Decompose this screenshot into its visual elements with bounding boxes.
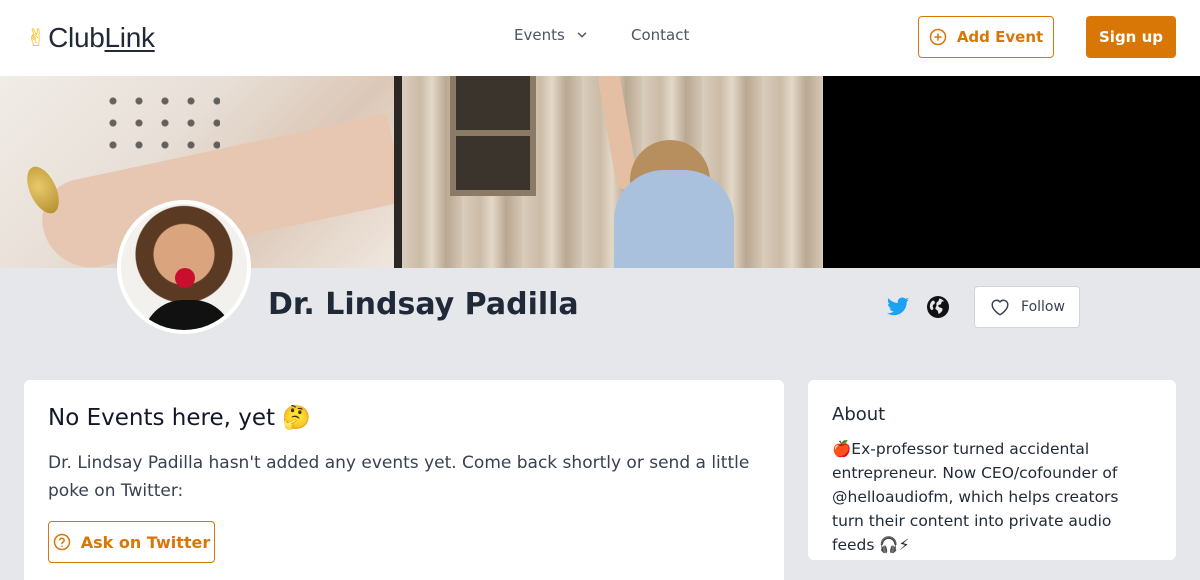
ask-on-twitter-button[interactable]: Ask on Twitter	[48, 521, 215, 563]
question-circle-icon	[53, 533, 70, 551]
plus-circle-icon	[929, 28, 947, 46]
follow-button[interactable]: Follow	[974, 286, 1080, 328]
nav-events-dropdown[interactable]: Events	[514, 26, 589, 44]
profile-name: Dr. Lindsay Padilla	[268, 287, 579, 322]
nav-events-label: Events	[514, 26, 565, 44]
victory-hand-icon: ✌	[26, 24, 47, 52]
twitter-icon[interactable]	[886, 295, 910, 319]
top-navbar: ✌ ClubLink Events Contact Add Event Sign…	[0, 0, 1200, 76]
chevron-down-icon	[577, 32, 587, 38]
add-event-button[interactable]: Add Event	[918, 16, 1054, 58]
profile-avatar	[117, 200, 251, 334]
about-title: About	[832, 404, 886, 425]
add-event-label: Add Event	[956, 28, 1044, 46]
logo-text-club: Club	[48, 22, 105, 53]
about-card: About 🍎Ex-professor turned accidental en…	[808, 380, 1176, 560]
logo-text-link: Link	[104, 22, 155, 53]
ask-on-twitter-label: Ask on Twitter	[80, 532, 211, 552]
events-card-text: Dr. Lindsay Padilla hasn't added any eve…	[48, 453, 750, 501]
globe-icon[interactable]	[926, 295, 950, 319]
about-text: 🍎Ex-professor turned accidental entrepre…	[832, 440, 1119, 554]
heart-icon	[991, 299, 1009, 316]
follow-label: Follow	[1021, 299, 1065, 315]
nav-contact-link[interactable]: Contact	[631, 26, 689, 44]
events-card: No Events here, yet 🤔 Dr. Lindsay Padill…	[24, 380, 784, 580]
signup-button[interactable]: Sign up	[1086, 16, 1176, 58]
events-card-title: No Events here, yet 🤔	[48, 405, 311, 431]
clublink-logo[interactable]: ✌ ClubLink	[26, 20, 155, 56]
